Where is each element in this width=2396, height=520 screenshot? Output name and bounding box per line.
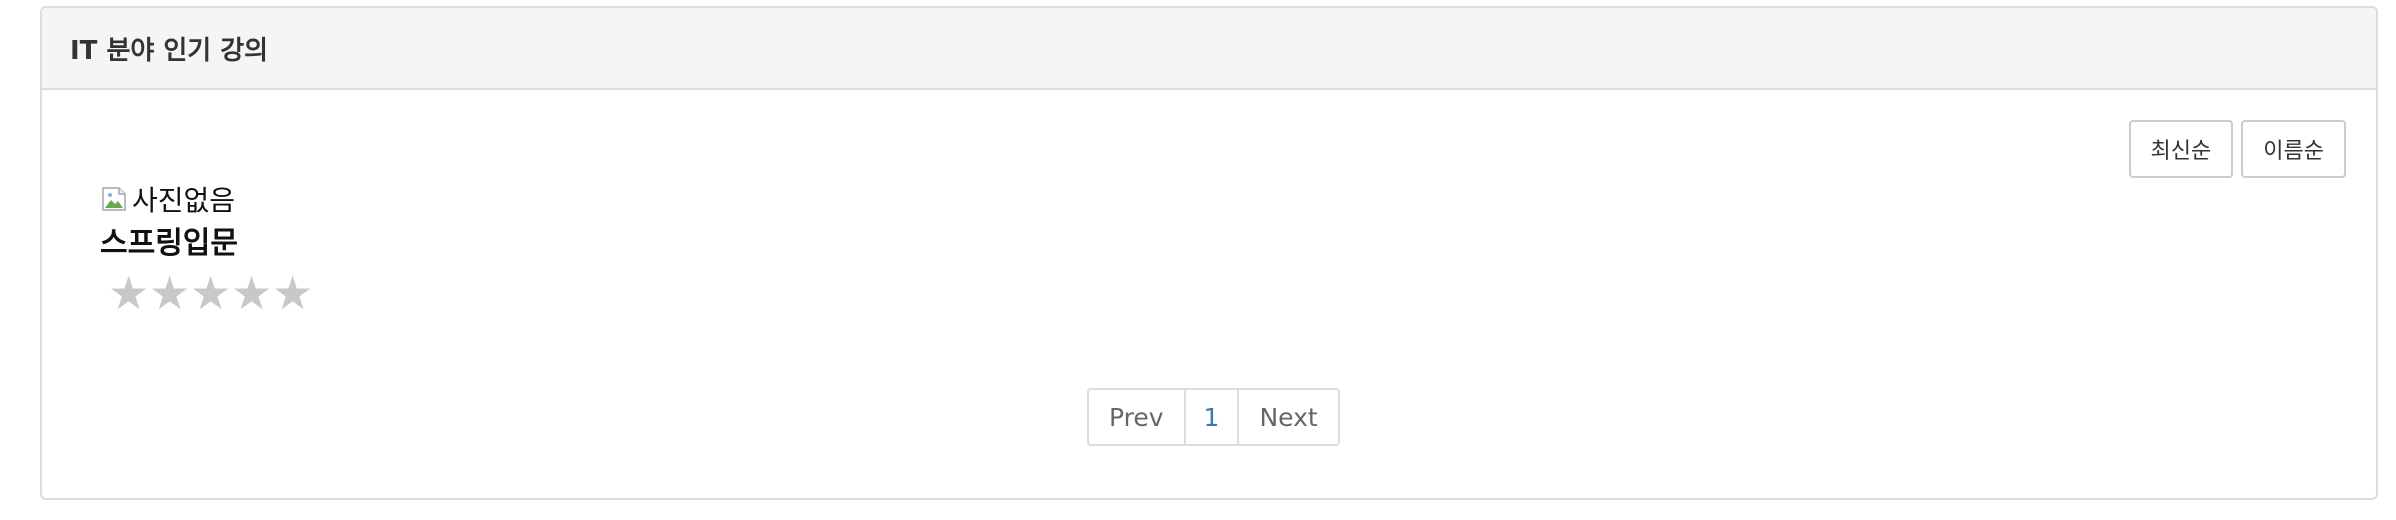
star-icon: ★ xyxy=(272,266,314,320)
broken-image-icon xyxy=(100,184,130,214)
image-alt-text: 사진없음 xyxy=(132,184,236,217)
page-1-button[interactable]: 1 xyxy=(1183,388,1240,446)
next-page-button[interactable]: Next xyxy=(1237,388,1340,446)
sort-button-group: 최신순 이름순 xyxy=(2128,120,2346,178)
course-thumbnail[interactable]: 사진없음 xyxy=(100,182,313,217)
sort-name-button[interactable]: 이름순 xyxy=(2241,120,2346,178)
star-icon: ★ xyxy=(231,266,273,320)
panel-body: 최신순 이름순 사진없음 스프링입문 ★ ★ ★ ★ ★ Prev 1 Next xyxy=(42,90,2376,498)
rating-stars: ★ ★ ★ ★ ★ xyxy=(108,268,313,318)
course-title-link[interactable]: 스프링입문 xyxy=(100,218,313,262)
star-icon: ★ xyxy=(149,266,191,320)
course-card[interactable]: 사진없음 스프링입문 ★ ★ ★ ★ ★ xyxy=(100,182,313,318)
sort-latest-button[interactable]: 최신순 xyxy=(2128,120,2234,178)
star-icon: ★ xyxy=(190,266,232,320)
prev-page-button[interactable]: Prev xyxy=(1087,388,1186,446)
panel-heading: IT 분야 인기 강의 xyxy=(42,8,2376,90)
popular-courses-panel: IT 분야 인기 강의 최신순 이름순 사진없음 스프링입문 ★ ★ ★ ★ ★… xyxy=(40,6,2378,500)
pagination: Prev 1 Next xyxy=(1087,388,1340,446)
panel-title: IT 분야 인기 강의 xyxy=(70,35,269,66)
star-icon: ★ xyxy=(108,266,150,320)
